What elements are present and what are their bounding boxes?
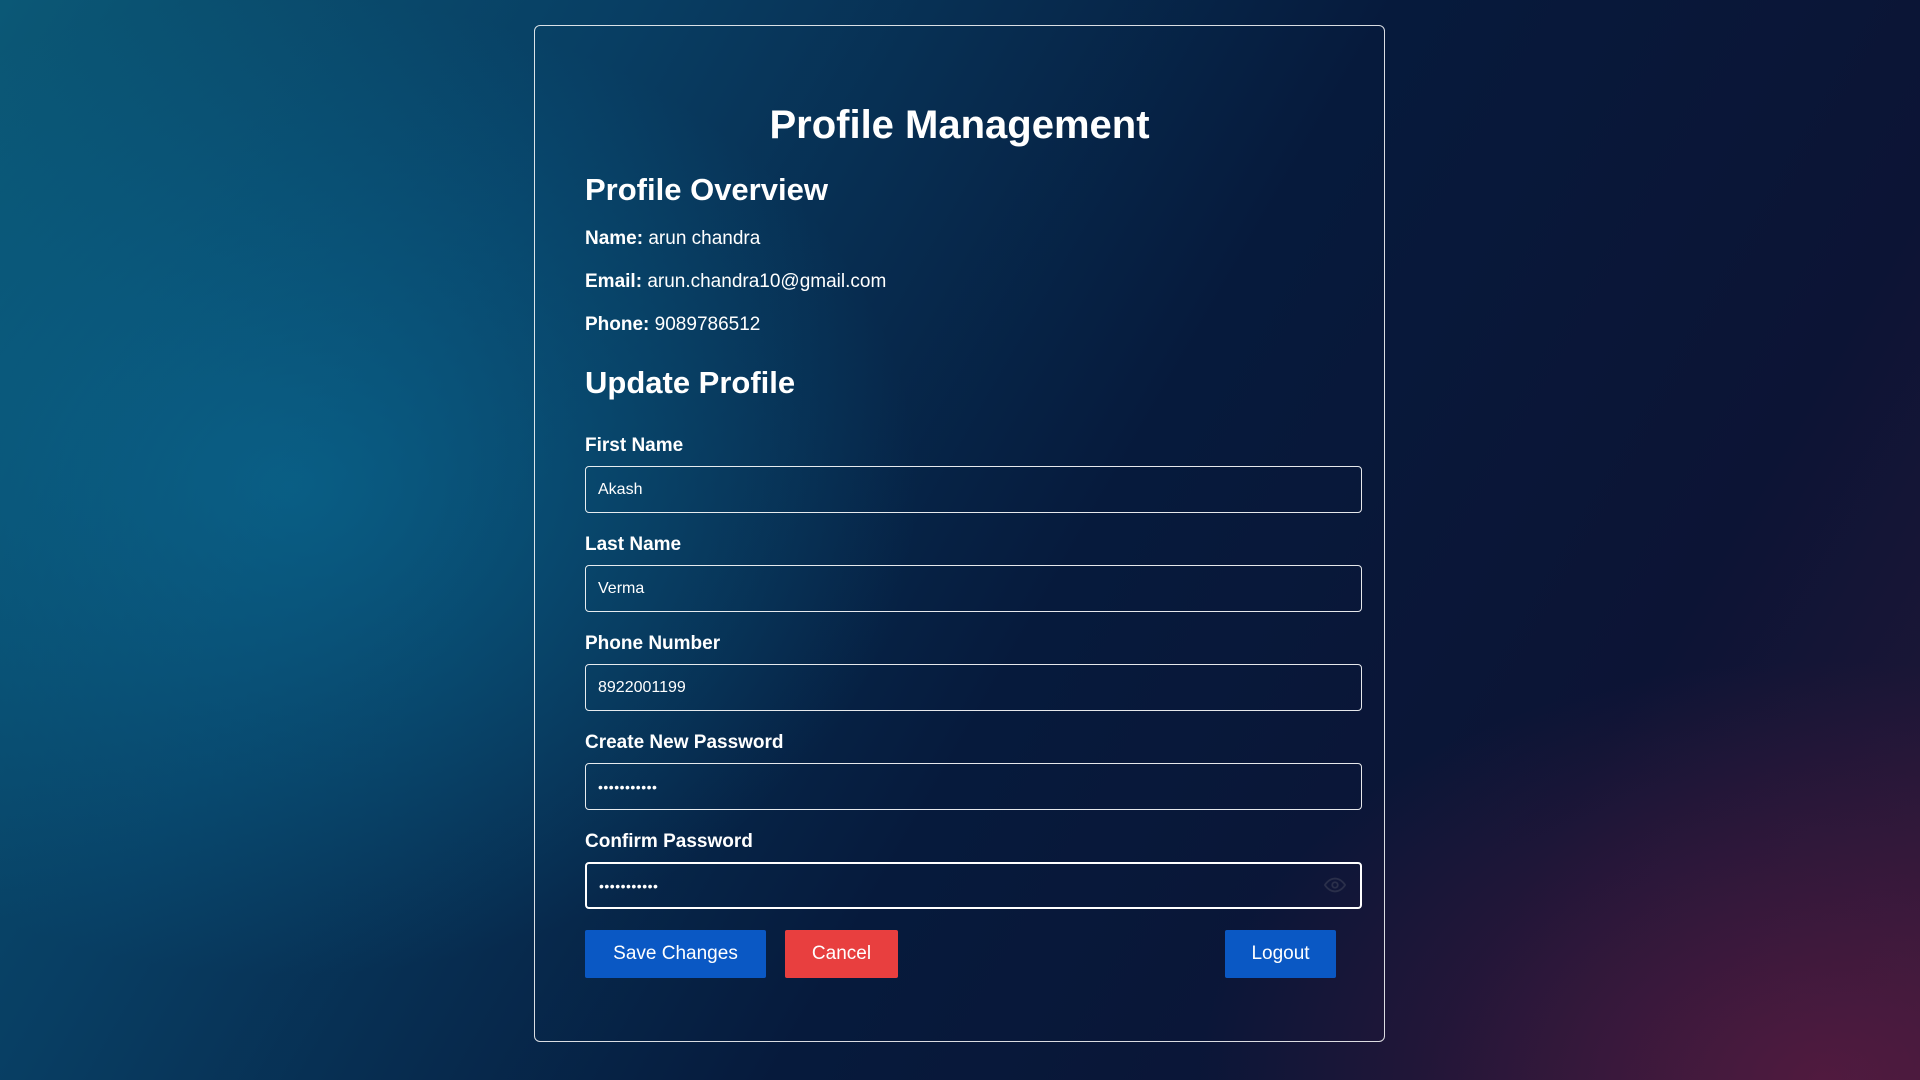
phone-number-label: Phone Number: [585, 633, 721, 655]
overview-phone-value: 9089786512: [654, 314, 761, 336]
overview-phone-label: Phone:: [585, 314, 650, 336]
first-name-field: First Name: [585, 435, 1362, 514]
new-password-input[interactable]: [585, 763, 1362, 811]
phone-number-field: Phone Number: [585, 633, 1362, 712]
last-name-field: Last Name: [585, 534, 1362, 613]
page-title: Profile Management: [769, 103, 1150, 147]
first-name-label: First Name: [585, 435, 684, 457]
overview-email-value: arun.chandra10@gmail.com: [647, 271, 887, 293]
update-profile-form: First Name Last Name Phone Number Create…: [585, 435, 1362, 979]
overview-phone-row: Phone: 9089786512: [585, 313, 1334, 336]
overview-email-label: Email:: [585, 271, 643, 293]
overview-email-row: Email: arun.chandra10@gmail.com: [585, 270, 1334, 293]
profile-overview-heading: Profile Overview: [585, 172, 828, 207]
logout-button[interactable]: Logout: [1225, 930, 1336, 979]
phone-number-input[interactable]: [585, 664, 1362, 712]
confirm-password-field: Confirm Password: [585, 831, 1362, 910]
last-name-label: Last Name: [585, 534, 682, 556]
first-name-input[interactable]: [585, 466, 1362, 514]
cancel-button[interactable]: Cancel: [785, 930, 898, 979]
overview-name-label: Name:: [585, 228, 644, 250]
overview-name-row: Name: arun chandra: [585, 227, 1334, 250]
confirm-password-label: Confirm Password: [585, 831, 753, 853]
overview-name-value: arun chandra: [648, 228, 761, 250]
eye-icon[interactable]: [1324, 874, 1346, 896]
last-name-input[interactable]: [585, 565, 1362, 613]
save-changes-button[interactable]: Save Changes: [585, 930, 766, 979]
new-password-label: Create New Password: [585, 732, 784, 754]
update-profile-heading: Update Profile: [585, 365, 796, 401]
confirm-password-input[interactable]: [585, 862, 1362, 910]
new-password-field: Create New Password: [585, 732, 1362, 811]
form-actions: Save Changes Cancel Logout: [585, 930, 1362, 979]
profile-card: Profile Management Profile Overview Name…: [534, 25, 1385, 1042]
